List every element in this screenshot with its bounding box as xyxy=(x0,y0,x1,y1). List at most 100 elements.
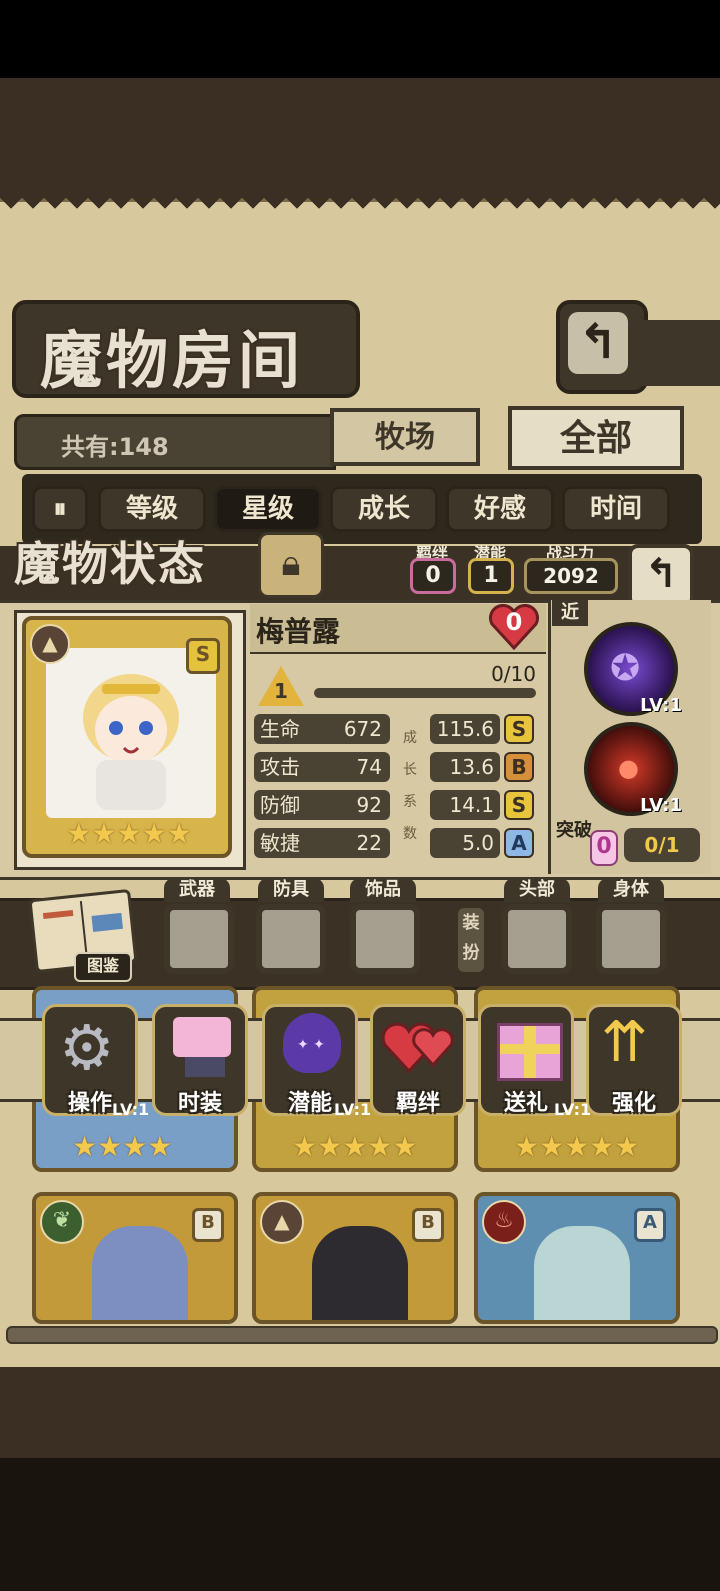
up-arrows-icon: ⇈ xyxy=(601,1010,648,1075)
tab-affection[interactable]: 好感 xyxy=(446,486,554,532)
growth-label: 成长系数 xyxy=(403,730,417,842)
skill-slot[interactable]: LV:1 ● xyxy=(584,722,682,816)
total-count-bar: 共有:148 xyxy=(14,414,336,470)
hearts-icon xyxy=(381,1022,454,1074)
monster-portrait xyxy=(534,1226,630,1320)
dress-label: 装扮 xyxy=(458,908,484,972)
codex-button[interactable]: 图鉴 xyxy=(28,888,138,982)
power-value: 2092 xyxy=(524,558,618,594)
growth-value: 115.6 xyxy=(430,714,500,744)
breakthrough-progress: 0/1 xyxy=(624,828,700,862)
range-tag: 近 xyxy=(552,600,588,626)
accessory-slot[interactable] xyxy=(350,904,420,974)
tab-growth[interactable]: 成长 xyxy=(330,486,438,532)
card-level: LV:1 xyxy=(334,1100,372,1119)
status-title: 魔物状态 xyxy=(14,537,206,591)
monster-name: 梅普露 xyxy=(256,615,341,648)
star-icon: ★ xyxy=(116,817,142,850)
armor-label: 防具 xyxy=(258,878,324,902)
fashion-button[interactable]: 时装 xyxy=(152,1004,248,1116)
exp-text: 0/10 xyxy=(491,662,536,686)
scroll-track[interactable] xyxy=(6,1326,718,1344)
growth-rank-badge: S xyxy=(504,790,534,820)
growth-value: 5.0 xyxy=(430,828,500,858)
demon-icon: ✦ ✦ xyxy=(283,1013,341,1073)
shadow-skill-icon: ✪ xyxy=(610,648,641,689)
heart-count: 0 xyxy=(505,608,523,636)
filter-ranch[interactable]: 牧场 xyxy=(330,408,480,466)
star-icon: ★★★★★ xyxy=(292,1130,418,1163)
stat-value: 672 xyxy=(343,717,382,741)
grade-badge: S xyxy=(186,638,220,674)
grade-badge: B xyxy=(192,1208,224,1242)
card-stars: ★★★★★ xyxy=(292,1130,418,1163)
back-icon: ↰ xyxy=(568,312,628,374)
stat-name: 生命 xyxy=(260,717,300,741)
skill-level: LV:1 xyxy=(640,695,682,716)
pause-icon: ⏸ xyxy=(53,494,67,524)
tab-star[interactable]: 星级 xyxy=(214,486,322,532)
gear-icon: ⚙ xyxy=(59,1011,115,1084)
card-level: LV:1 xyxy=(112,1100,150,1119)
back-button[interactable]: ↰ xyxy=(556,300,648,394)
grade-badge: A xyxy=(634,1208,666,1242)
stat-value: 22 xyxy=(356,831,382,855)
stat-row: 攻击 74 xyxy=(254,752,390,782)
bottom-bar xyxy=(0,1458,720,1591)
sort-toggle-button[interactable]: ⏸ xyxy=(32,486,88,532)
body-label: 身体 xyxy=(598,878,664,902)
breakthrough-count: 0 xyxy=(590,830,618,866)
stat-value: 74 xyxy=(356,755,382,779)
affection-heart: 0 xyxy=(488,603,540,651)
monster-card-background[interactable]: ❦ B xyxy=(32,1192,238,1324)
card-stars: ★★★★★ xyxy=(514,1130,640,1163)
growth-value: 14.1 xyxy=(430,790,500,820)
growth-rank-badge: B xyxy=(504,752,534,782)
tab-level[interactable]: 等级 xyxy=(98,486,206,532)
growth-value: 13.6 xyxy=(430,752,500,782)
enhance-label: 强化 xyxy=(611,1091,656,1116)
card-level: LV:1 xyxy=(554,1100,592,1119)
monster-portrait xyxy=(92,1226,188,1320)
status-back-icon[interactable]: ↰ xyxy=(628,544,694,608)
skill-level: LV:1 xyxy=(640,795,682,816)
weapon-slot[interactable] xyxy=(164,904,234,974)
accessory-label: 饰品 xyxy=(350,878,416,902)
stat-value: 92 xyxy=(356,793,382,817)
fire-element-icon: ♨ xyxy=(482,1200,526,1244)
filter-all[interactable]: 全部 xyxy=(508,406,684,470)
body-slot[interactable] xyxy=(596,904,666,974)
card-stars: ★★★★ xyxy=(72,1130,172,1163)
grade-badge: B xyxy=(412,1208,444,1242)
stat-row: 生命 672 xyxy=(254,714,390,744)
growth-rank-badge: A xyxy=(504,828,534,858)
nature-element-icon: ❦ xyxy=(40,1200,84,1244)
monster-card-background[interactable]: ▲ B xyxy=(252,1192,458,1324)
total-count: 共有:148 xyxy=(61,433,169,461)
stat-name: 防御 xyxy=(260,793,300,817)
gift-icon xyxy=(497,1023,563,1081)
bond-button[interactable]: 羁绊 xyxy=(370,1004,466,1116)
shirt-icon xyxy=(173,1017,231,1057)
monster-card-background[interactable]: ♨ A xyxy=(474,1192,680,1324)
lock-icon[interactable]: 🔒︎ xyxy=(258,532,324,598)
breakthrough-label: 突破 xyxy=(556,820,592,841)
star-icon: ★ xyxy=(91,817,117,850)
tab-time[interactable]: 时间 xyxy=(562,486,670,532)
bond-label: 羁绊 xyxy=(395,1091,440,1116)
armor-slot[interactable] xyxy=(256,904,326,974)
fire-skill-icon: ● xyxy=(618,754,639,782)
title-bar-extension xyxy=(640,320,720,386)
star-icon: ★ xyxy=(66,817,92,850)
fashion-label: 时装 xyxy=(177,1091,222,1116)
star-icon: ★★★★ xyxy=(72,1130,173,1163)
status-bar xyxy=(0,0,720,78)
head-slot[interactable] xyxy=(502,904,572,974)
stat-name: 攻击 xyxy=(260,755,300,779)
monster-card: ▲ S ★★★★★ xyxy=(22,616,232,858)
monster-portrait xyxy=(312,1226,408,1320)
skill-slot[interactable]: ✪ LV:1 xyxy=(584,622,682,716)
enhance-button[interactable]: ⇈ 强化 xyxy=(586,1004,682,1116)
stat-name: 敏捷 xyxy=(260,831,300,855)
potential-value: 1 xyxy=(468,558,514,594)
